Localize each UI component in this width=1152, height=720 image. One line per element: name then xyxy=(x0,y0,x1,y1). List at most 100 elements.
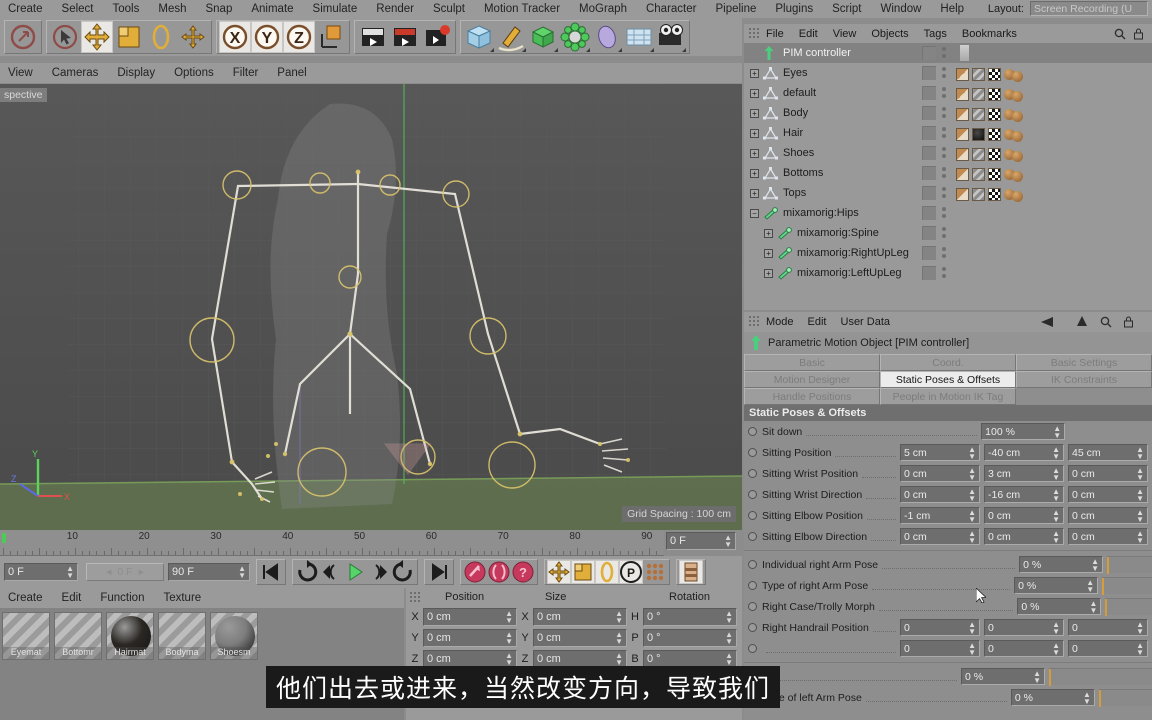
object-row[interactable]: + Hair xyxy=(744,123,1152,143)
object-world-coord-button[interactable] xyxy=(315,21,347,53)
object-row[interactable]: + Bottoms xyxy=(744,163,1152,183)
parameter-slider[interactable] xyxy=(1107,556,1152,574)
timeline-start-field[interactable]: 0 F ▲ ▼ xyxy=(4,563,78,581)
object-visibility-dots[interactable] xyxy=(922,186,936,200)
timeline-ruler[interactable]: 10 20 30 40 50 60 70 80 90 xyxy=(0,530,664,556)
object-visibility-dots[interactable] xyxy=(922,246,936,260)
spinner-icon[interactable]: ▲ ▼ xyxy=(968,530,976,545)
selection-tag[interactable] xyxy=(1012,111,1023,122)
coord-position-field[interactable]: 0 cm ▲ ▼ xyxy=(423,607,517,626)
parameter-value-field[interactable]: 0 ▲ ▼ xyxy=(900,640,980,657)
parameter-keyframe-toggle[interactable] xyxy=(748,511,757,520)
object-editor-render-dots[interactable] xyxy=(942,207,946,218)
record-keyframe-button[interactable] xyxy=(463,560,487,584)
parameter-keyframe-toggle[interactable] xyxy=(748,602,757,611)
selection-tag[interactable] xyxy=(1012,191,1023,202)
parameter-value-field[interactable]: 0 % ▲ ▼ xyxy=(1010,689,1095,706)
material-menu-texture[interactable]: Texture xyxy=(163,592,201,604)
spinner-icon[interactable]: ▲ ▼ xyxy=(724,534,732,549)
parameter-value-field[interactable]: 0 cm ▲ ▼ xyxy=(1068,486,1148,503)
timeline-end-field[interactable]: 90 F ▲ ▼ xyxy=(168,563,250,581)
parameter-slider[interactable] xyxy=(1105,598,1152,616)
objmgr-menu-file[interactable]: File xyxy=(766,28,784,40)
spinner-icon[interactable]: ▲ ▼ xyxy=(505,651,513,666)
tab-people-in-motion-ik-tag[interactable]: People in Motion IK Tag xyxy=(880,388,1016,405)
object-row[interactable]: + Body xyxy=(744,103,1152,123)
object-editor-render-dots[interactable] xyxy=(942,67,946,78)
menu-item-mesh[interactable]: Mesh xyxy=(158,3,186,15)
object-visibility-dots[interactable] xyxy=(922,126,936,140)
object-tree[interactable]: PIM controller + Eyes + default + Body + Hair + Sh… xyxy=(744,43,1152,310)
spinner-icon[interactable]: ▲ ▼ xyxy=(1052,621,1060,636)
parameter-value-field[interactable]: 0 ▲ ▼ xyxy=(900,619,980,636)
cube-primitive-button[interactable] xyxy=(463,21,495,53)
object-visibility-dots[interactable] xyxy=(922,46,936,60)
object-row[interactable]: + mixamorig:RightUpLeg xyxy=(744,243,1152,263)
texture-tag[interactable] xyxy=(956,87,969,101)
spinner-icon[interactable]: ▲ ▼ xyxy=(1033,670,1041,685)
prev-right-arrow[interactable]: ▸ xyxy=(139,566,144,578)
objmgr-menu-bookmarks[interactable]: Bookmarks xyxy=(962,28,1017,40)
hair-tag[interactable] xyxy=(972,167,985,181)
texture-tag[interactable] xyxy=(956,67,969,81)
object-tag-list[interactable] xyxy=(956,66,1026,82)
tree-expander[interactable]: + xyxy=(764,268,773,278)
objmgr-menu-view[interactable]: View xyxy=(833,28,857,40)
material-item[interactable]: Hairmat xyxy=(106,612,154,660)
scale-tool-button[interactable] xyxy=(113,21,145,53)
spinner-icon[interactable]: ▲ ▼ xyxy=(1053,425,1061,440)
viewport-menu-panel[interactable]: Panel xyxy=(277,67,306,79)
hair-dark-tag[interactable] xyxy=(972,127,985,141)
checker-tag[interactable] xyxy=(988,147,1001,161)
attrmgr-menu-edit[interactable]: Edit xyxy=(808,316,827,328)
parameter-slider[interactable] xyxy=(1102,577,1152,595)
coord-position-field[interactable]: 0 cm ▲ ▼ xyxy=(423,649,517,668)
tree-expander[interactable]: + xyxy=(750,188,759,198)
objmgr-menu-objects[interactable]: Objects xyxy=(871,28,908,40)
object-tag-list[interactable] xyxy=(956,166,1026,182)
viewport-menu-view[interactable]: View xyxy=(8,67,33,79)
attribute-tabs[interactable]: Basic Coord. Basic Settings Motion Designer… xyxy=(744,354,1152,405)
coord-position-field[interactable]: 0 cm ▲ ▼ xyxy=(423,628,517,647)
parameter-value-field[interactable]: -16 cm ▲ ▼ xyxy=(984,486,1064,503)
object-editor-render-dots[interactable] xyxy=(942,267,946,278)
menu-item-tools[interactable]: Tools xyxy=(113,3,140,15)
parameter-value-field[interactable]: 5 cm ▲ ▼ xyxy=(900,444,980,461)
spinner-icon[interactable]: ▲ ▼ xyxy=(1052,446,1060,461)
spinner-icon[interactable]: ▲ ▼ xyxy=(1052,467,1060,482)
up-arrow-icon[interactable] xyxy=(1076,315,1088,328)
render-settings-button[interactable] xyxy=(421,21,453,53)
parameter-keyframe-toggle[interactable] xyxy=(748,448,757,457)
parameter-value-field[interactable]: 0 % ▲ ▼ xyxy=(1019,556,1104,573)
menu-item-render[interactable]: Render xyxy=(376,3,414,15)
object-editor-render-dots[interactable] xyxy=(942,47,946,58)
spinner-icon[interactable]: ▲ ▼ xyxy=(1091,558,1099,573)
keyframe-selection-button[interactable]: ? xyxy=(511,560,535,584)
parameter-value-field[interactable]: 0 cm ▲ ▼ xyxy=(900,486,980,503)
current-frame-field[interactable]: 0 F ▲ ▼ xyxy=(666,532,736,550)
spinner-icon[interactable]: ▲ ▼ xyxy=(1086,579,1094,594)
spinner-icon[interactable]: ▲ ▼ xyxy=(1136,621,1144,636)
spinner-icon[interactable]: ▲ ▼ xyxy=(1083,691,1091,706)
spinner-icon[interactable]: ▲ ▼ xyxy=(725,651,733,666)
spinner-icon[interactable]: ▲ ▼ xyxy=(968,509,976,524)
deformer-button[interactable] xyxy=(559,21,591,53)
objmgr-menu-tags[interactable]: Tags xyxy=(924,28,947,40)
object-tag-list[interactable] xyxy=(956,86,1026,102)
parameter-value-field[interactable]: 0 ▲ ▼ xyxy=(1068,619,1148,636)
hair-tag[interactable] xyxy=(972,147,985,161)
spinner-icon[interactable]: ▲ ▼ xyxy=(968,467,976,482)
material-menu-function[interactable]: Function xyxy=(100,592,144,604)
hair-tag[interactable] xyxy=(972,87,985,101)
menu-item-motion-tracker[interactable]: Motion Tracker xyxy=(484,3,560,15)
tab-ik-constraints[interactable]: IK Constraints xyxy=(1016,371,1152,388)
checker-tag[interactable] xyxy=(988,167,1001,181)
menu-item-simulate[interactable]: Simulate xyxy=(313,3,358,15)
object-row[interactable]: + Eyes xyxy=(744,63,1152,83)
menu-item-select[interactable]: Select xyxy=(62,3,94,15)
coord-rotation-field[interactable]: 0 ° ▲ ▼ xyxy=(643,628,737,647)
search-icon[interactable] xyxy=(1114,28,1126,40)
parameter-value-field[interactable]: 0 cm ▲ ▼ xyxy=(1068,465,1148,482)
lock-z-axis-button[interactable]: Z xyxy=(283,21,315,53)
spinner-icon[interactable]: ▲ ▼ xyxy=(1090,600,1098,615)
